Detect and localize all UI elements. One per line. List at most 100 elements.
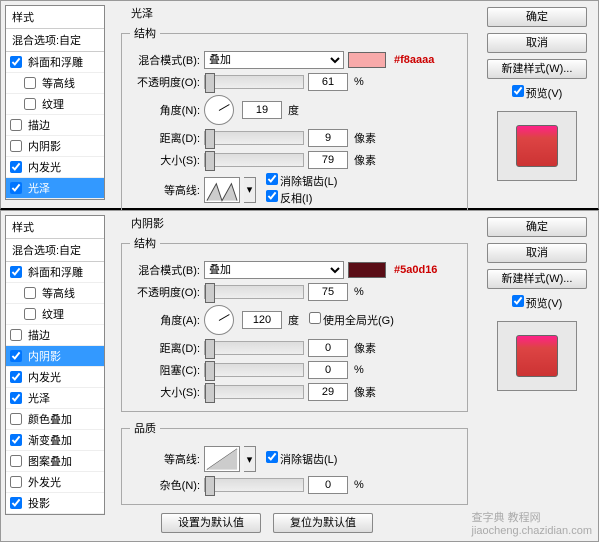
choke-input[interactable]: 0 — [308, 361, 348, 379]
contour-dropdown-icon[interactable]: ▾ — [244, 446, 256, 472]
checkbox-drop-shadow[interactable] — [10, 497, 22, 509]
checkbox-inner-glow[interactable] — [10, 371, 22, 383]
checkbox-contour[interactable] — [24, 287, 36, 299]
checkbox-satin[interactable] — [10, 392, 22, 404]
distance-label: 距离(D): — [130, 340, 200, 356]
antialias-checkbox[interactable] — [266, 173, 278, 185]
sidebar-item-bevel[interactable]: 斜面和浮雕 — [6, 52, 104, 73]
new-style-button[interactable]: 新建样式(W)... — [487, 59, 587, 79]
distance-slider[interactable] — [204, 131, 304, 145]
sidebar-item-color-overlay[interactable]: 颜色叠加 — [6, 409, 104, 430]
distance-label: 距离(D): — [130, 130, 200, 146]
checkbox-texture[interactable] — [24, 308, 36, 320]
contour-dropdown-icon[interactable]: ▾ — [244, 177, 256, 203]
choke-slider[interactable] — [204, 363, 304, 377]
checkbox-pattern-overlay[interactable] — [10, 455, 22, 467]
sidebar-item-inner-glow[interactable]: 内发光 — [6, 367, 104, 388]
make-default-button[interactable]: 设置为默认值 — [161, 513, 261, 533]
global-light-checkbox[interactable] — [309, 312, 321, 324]
antialias-option[interactable]: 消除锯齿(L) — [266, 451, 337, 467]
antialias-option[interactable]: 消除锯齿(L) — [266, 173, 337, 189]
global-light-option[interactable]: 使用全局光(G) — [309, 312, 394, 328]
blend-mode-select[interactable]: 叠加 — [204, 51, 344, 69]
sidebar-item-contour[interactable]: 等高线 — [6, 73, 104, 94]
preview-checkbox[interactable] — [512, 85, 524, 97]
preview-checkbox[interactable] — [512, 295, 524, 307]
checkbox-gradient-overlay[interactable] — [10, 434, 22, 446]
blend-options[interactable]: 混合选项:自定 — [6, 239, 104, 262]
checkbox-bevel[interactable] — [10, 266, 22, 278]
cancel-button[interactable]: 取消 — [487, 33, 587, 53]
sidebar-item-outer-glow[interactable]: 外发光 — [6, 472, 104, 493]
contour-label: 等高线: — [130, 451, 200, 467]
distance-slider[interactable] — [204, 341, 304, 355]
checkbox-contour[interactable] — [24, 77, 36, 89]
opacity-input[interactable]: 75 — [308, 283, 348, 301]
noise-input[interactable]: 0 — [308, 476, 348, 494]
size-slider[interactable] — [204, 385, 304, 399]
styles-sidebar: 样式 混合选项:自定 斜面和浮雕 等高线 纹理 描边 内阴影 内发光 光泽 — [5, 5, 105, 200]
noise-unit: % — [354, 479, 364, 491]
ok-button[interactable]: 确定 — [487, 217, 587, 237]
new-style-button[interactable]: 新建样式(W)... — [487, 269, 587, 289]
angle-input[interactable]: 19 — [242, 101, 282, 119]
checkbox-inner-shadow[interactable] — [10, 350, 22, 362]
contour-thumb[interactable] — [204, 177, 240, 203]
angle-dial[interactable] — [204, 305, 234, 335]
sidebar-item-texture[interactable]: 纹理 — [6, 94, 104, 115]
angle-dial[interactable] — [204, 95, 234, 125]
sidebar-item-bevel[interactable]: 斜面和浮雕 — [6, 262, 104, 283]
checkbox-color-overlay[interactable] — [10, 413, 22, 425]
sidebar-item-inner-shadow[interactable]: 内阴影 — [6, 136, 104, 157]
sidebar-item-satin[interactable]: 光泽 — [6, 178, 104, 199]
cancel-button[interactable]: 取消 — [487, 243, 587, 263]
opacity-input[interactable]: 61 — [308, 73, 348, 91]
angle-unit: 度 — [288, 312, 299, 328]
invert-option[interactable]: 反相(I) — [266, 190, 337, 206]
sidebar-item-satin[interactable]: 光泽 — [6, 388, 104, 409]
distance-input[interactable]: 9 — [308, 129, 348, 147]
color-annotation: #5a0d16 — [394, 264, 437, 276]
reset-default-button[interactable]: 复位为默认值 — [273, 513, 373, 533]
color-swatch[interactable] — [348, 52, 386, 68]
noise-slider[interactable] — [204, 478, 304, 492]
structure-legend: 结构 — [130, 235, 160, 251]
angle-input[interactable]: 120 — [242, 311, 282, 329]
checkbox-inner-glow[interactable] — [10, 161, 22, 173]
size-input[interactable]: 79 — [308, 151, 348, 169]
checkbox-texture[interactable] — [24, 98, 36, 110]
color-swatch[interactable] — [348, 262, 386, 278]
sidebar-item-stroke[interactable]: 描边 — [6, 115, 104, 136]
structure-legend: 结构 — [130, 25, 160, 41]
checkbox-inner-shadow[interactable] — [10, 140, 22, 152]
checkbox-bevel[interactable] — [10, 56, 22, 68]
size-input[interactable]: 29 — [308, 383, 348, 401]
right-panel: 确定 取消 新建样式(W)... 预览(V) — [482, 7, 592, 181]
opacity-slider[interactable] — [204, 75, 304, 89]
antialias-checkbox[interactable] — [266, 451, 278, 463]
size-label: 大小(S): — [130, 152, 200, 168]
sidebar-item-stroke[interactable]: 描边 — [6, 325, 104, 346]
blend-options[interactable]: 混合选项:自定 — [6, 29, 104, 52]
opacity-unit: % — [354, 76, 364, 88]
opacity-slider[interactable] — [204, 285, 304, 299]
sidebar-item-pattern-overlay[interactable]: 图案叠加 — [6, 451, 104, 472]
checkbox-satin[interactable] — [10, 182, 22, 194]
blend-mode-select[interactable]: 叠加 — [204, 261, 344, 279]
checkbox-stroke[interactable] — [10, 119, 22, 131]
sidebar-item-drop-shadow[interactable]: 投影 — [6, 493, 104, 514]
preview-option[interactable]: 预览(V) — [512, 85, 563, 101]
checkbox-outer-glow[interactable] — [10, 476, 22, 488]
sidebar-item-inner-shadow[interactable]: 内阴影 — [6, 346, 104, 367]
checkbox-stroke[interactable] — [10, 329, 22, 341]
size-slider[interactable] — [204, 153, 304, 167]
distance-input[interactable]: 0 — [308, 339, 348, 357]
sidebar-item-contour[interactable]: 等高线 — [6, 283, 104, 304]
invert-checkbox[interactable] — [266, 190, 278, 202]
sidebar-item-gradient-overlay[interactable]: 渐变叠加 — [6, 430, 104, 451]
sidebar-item-texture[interactable]: 纹理 — [6, 304, 104, 325]
sidebar-item-inner-glow[interactable]: 内发光 — [6, 157, 104, 178]
contour-thumb[interactable] — [204, 446, 240, 472]
ok-button[interactable]: 确定 — [487, 7, 587, 27]
preview-option[interactable]: 预览(V) — [512, 295, 563, 311]
